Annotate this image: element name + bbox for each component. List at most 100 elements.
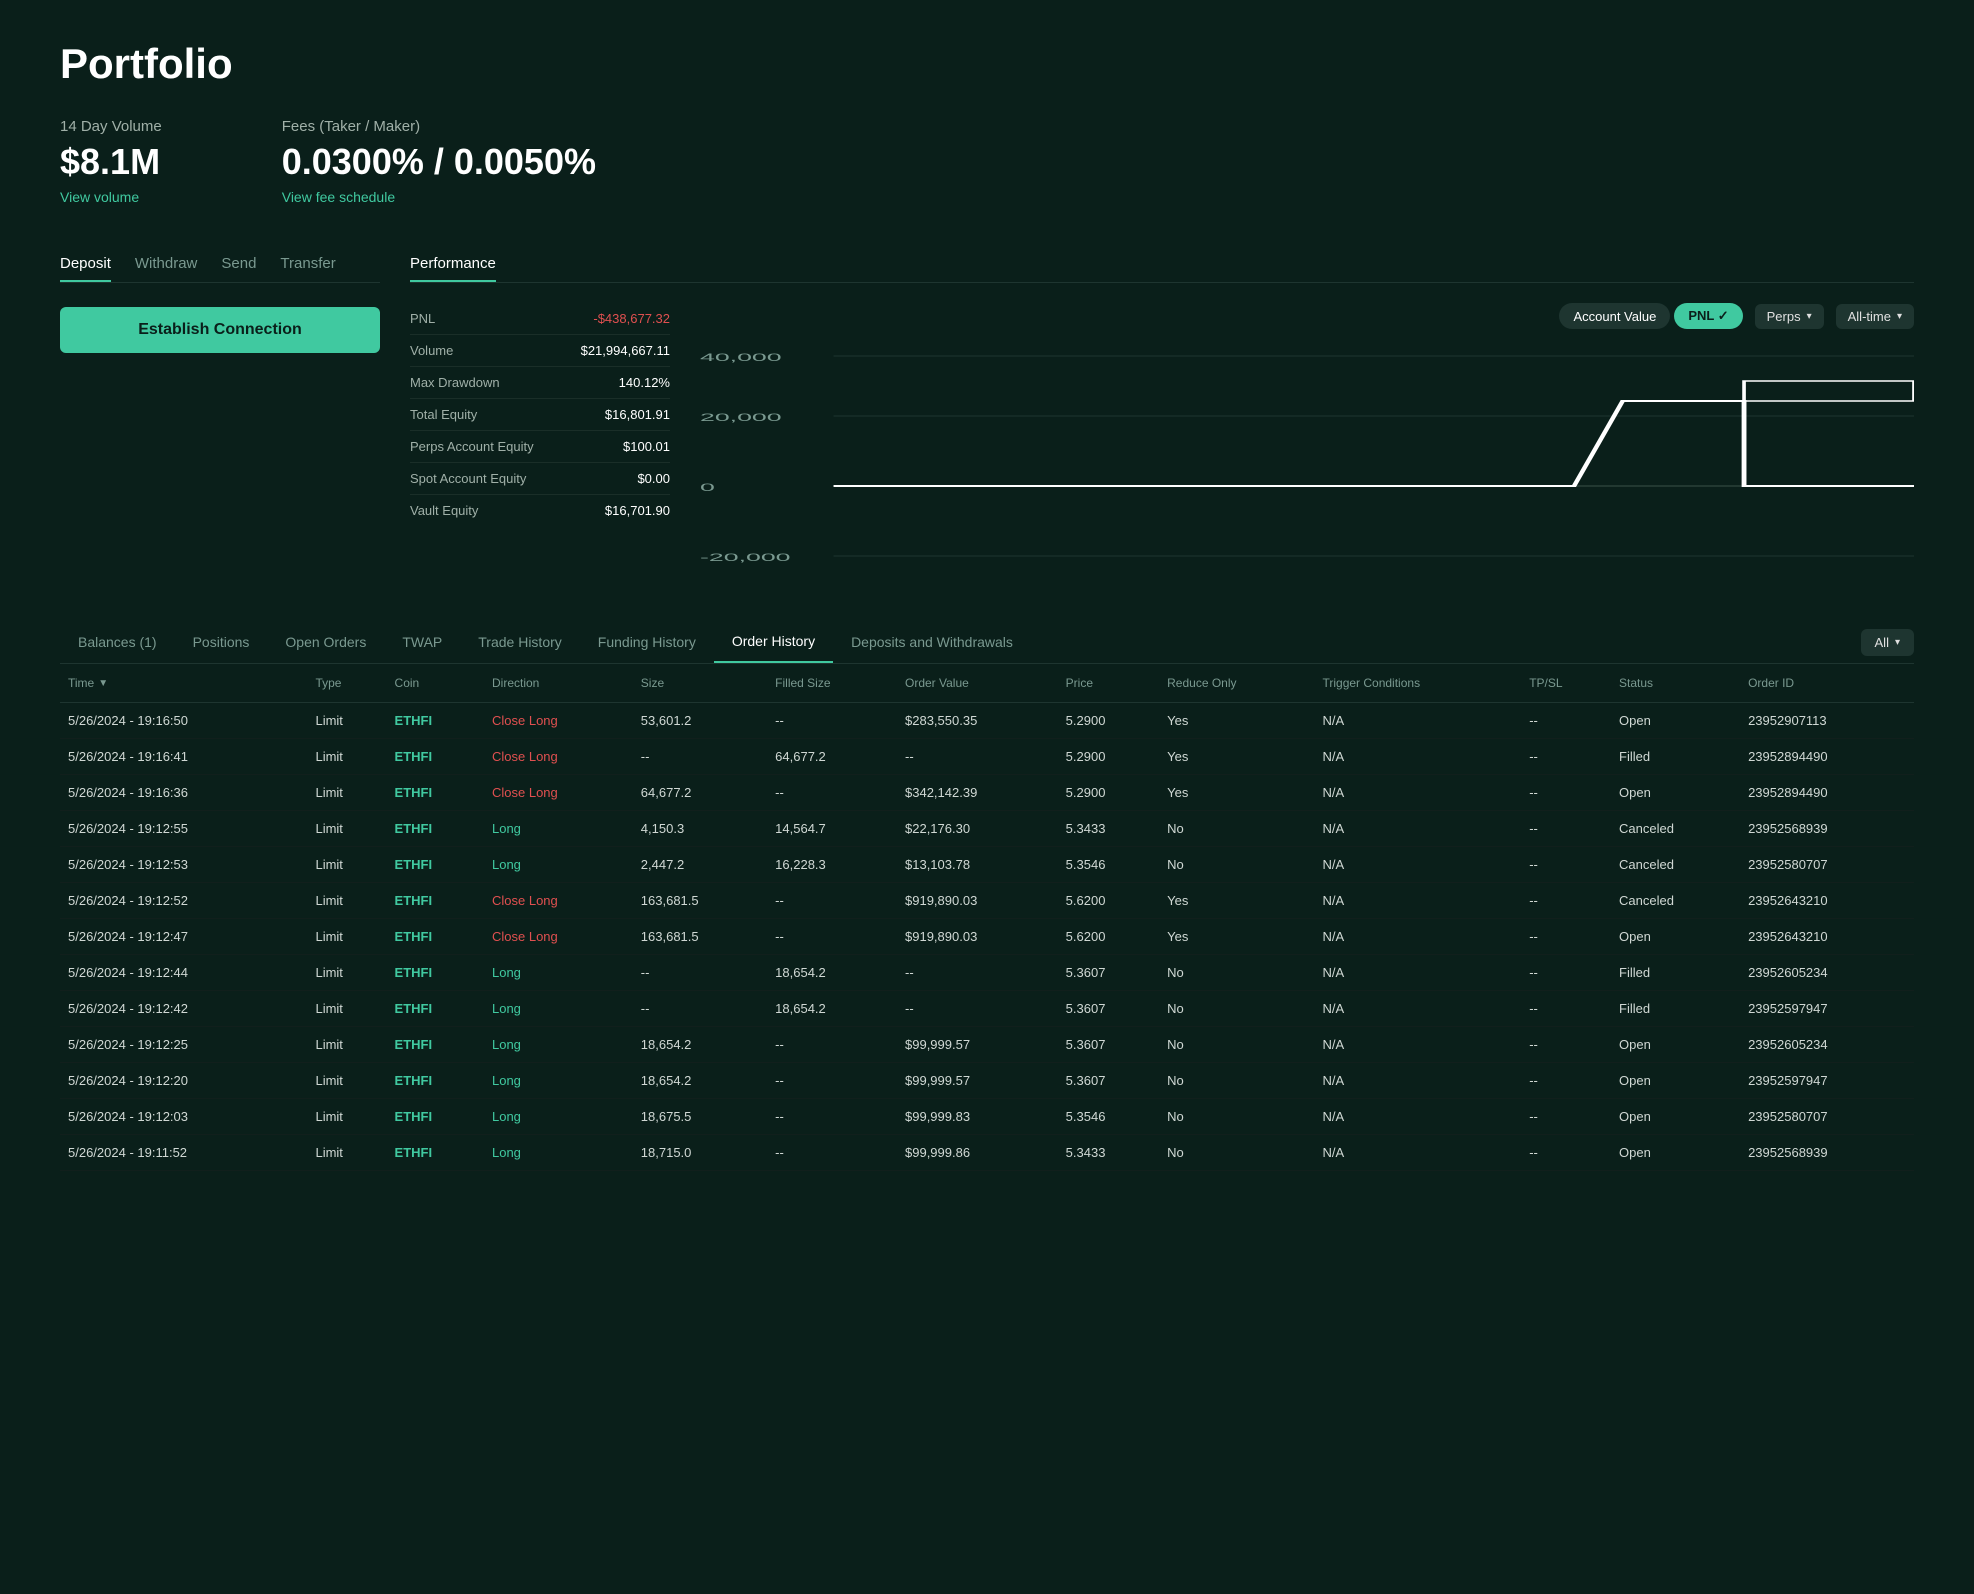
cell-time: 5/26/2024 - 19:12:47: [60, 919, 307, 955]
col-time: Time ▼: [60, 664, 307, 703]
cell-order-value: $99,999.57: [897, 1063, 1058, 1099]
cell-size: --: [633, 991, 767, 1027]
cell-order-value: $283,550.35: [897, 703, 1058, 739]
cell-filled-size: --: [767, 883, 897, 919]
fees-label: Fees (Taker / Maker): [282, 118, 596, 135]
right-panel: Performance PNL -$438,677.32 Volume $21,…: [410, 255, 1914, 581]
cell-order-value: --: [897, 739, 1058, 775]
cell-order-value: $99,999.83: [897, 1099, 1058, 1135]
alltime-dropdown[interactable]: All-time: [1836, 304, 1914, 329]
cell-reduce-only: Yes: [1159, 775, 1314, 811]
tab-open-orders[interactable]: Open Orders: [267, 622, 384, 662]
table-row: 5/26/2024 - 19:16:36 Limit ETHFI Close L…: [60, 775, 1914, 811]
chart-y-label-20k: 20,000: [700, 412, 782, 424]
col-direction: Direction: [484, 664, 633, 703]
cell-time: 5/26/2024 - 19:12:55: [60, 811, 307, 847]
toggle-pnl[interactable]: PNL ✓: [1674, 303, 1742, 329]
tab-withdraw[interactable]: Withdraw: [135, 255, 198, 282]
cell-direction: Close Long: [484, 739, 633, 775]
table-row: 5/26/2024 - 19:12:20 Limit ETHFI Long 18…: [60, 1063, 1914, 1099]
view-fees-link[interactable]: View fee schedule: [282, 189, 395, 205]
cell-trigger: N/A: [1314, 955, 1521, 991]
performance-stats: PNL -$438,677.32 Volume $21,994,667.11 M…: [410, 303, 670, 581]
tab-trade-history[interactable]: Trade History: [460, 622, 580, 662]
cell-type: Limit: [307, 991, 386, 1027]
cell-reduce-only: Yes: [1159, 919, 1314, 955]
cell-time: 5/26/2024 - 19:16:50: [60, 703, 307, 739]
cell-size: 4,150.3: [633, 811, 767, 847]
cell-type: Limit: [307, 919, 386, 955]
cell-type: Limit: [307, 1099, 386, 1135]
cell-type: Limit: [307, 703, 386, 739]
cell-reduce-only: No: [1159, 991, 1314, 1027]
cell-direction: Long: [484, 847, 633, 883]
stat-vaultequity-key: Vault Equity: [410, 503, 478, 518]
cell-tpsl: --: [1521, 1099, 1611, 1135]
cell-type: Limit: [307, 955, 386, 991]
cell-order-id: 23952568939: [1740, 1135, 1914, 1171]
filter-dropdown[interactable]: All: [1861, 629, 1914, 656]
chart-svg: 40,000 20,000 0 -20,000: [700, 341, 1914, 581]
establish-connection-button[interactable]: Establish Connection: [60, 307, 380, 353]
cell-coin: ETHFI: [387, 1099, 484, 1135]
col-order-value: Order Value: [897, 664, 1058, 703]
tab-balances[interactable]: Balances (1): [60, 622, 175, 662]
tab-transfer[interactable]: Transfer: [280, 255, 335, 282]
cell-size: 18,654.2: [633, 1027, 767, 1063]
tab-performance[interactable]: Performance: [410, 255, 496, 282]
col-trigger: Trigger Conditions: [1314, 664, 1521, 703]
cell-order-value: $22,176.30: [897, 811, 1058, 847]
chart-visualization: 40,000 20,000 0 -20,000: [700, 341, 1914, 581]
stat-volume: Volume $21,994,667.11: [410, 335, 670, 367]
sort-icon: ▼: [98, 678, 108, 689]
stat-volume-val: $21,994,667.11: [581, 343, 670, 358]
cell-price: 5.2900: [1058, 775, 1159, 811]
cell-size: 18,715.0: [633, 1135, 767, 1171]
col-status: Status: [1611, 664, 1740, 703]
chart-y-label-40k: 40,000: [700, 352, 782, 364]
tab-send[interactable]: Send: [221, 255, 256, 282]
tab-funding-history[interactable]: Funding History: [580, 622, 714, 662]
cell-coin: ETHFI: [387, 703, 484, 739]
cell-trigger: N/A: [1314, 1135, 1521, 1171]
cell-tpsl: --: [1521, 703, 1611, 739]
cell-time: 5/26/2024 - 19:12:42: [60, 991, 307, 1027]
page-title: Portfolio: [60, 40, 1914, 88]
cell-size: 2,447.2: [633, 847, 767, 883]
cell-filled-size: --: [767, 1099, 897, 1135]
view-volume-link[interactable]: View volume: [60, 189, 139, 205]
table-row: 5/26/2024 - 19:12:44 Limit ETHFI Long --…: [60, 955, 1914, 991]
cell-direction: Long: [484, 1099, 633, 1135]
tab-twap[interactable]: TWAP: [384, 622, 460, 662]
stat-spotaccountequity-val: $0.00: [637, 471, 670, 486]
page-container: Portfolio 14 Day Volume $8.1M View volum…: [0, 0, 1974, 1211]
cell-direction: Long: [484, 811, 633, 847]
cell-tpsl: --: [1521, 991, 1611, 1027]
col-reduce-only: Reduce Only: [1159, 664, 1314, 703]
col-filled-size: Filled Size: [767, 664, 897, 703]
tab-deposits-withdrawals[interactable]: Deposits and Withdrawals: [833, 622, 1031, 662]
cell-trigger: N/A: [1314, 1099, 1521, 1135]
cell-reduce-only: No: [1159, 811, 1314, 847]
cell-order-value: $342,142.39: [897, 775, 1058, 811]
cell-order-value: $99,999.57: [897, 1027, 1058, 1063]
toggle-account-value[interactable]: Account Value: [1559, 303, 1670, 329]
stat-spotaccountequity: Spot Account Equity $0.00: [410, 463, 670, 495]
cell-filled-size: --: [767, 1027, 897, 1063]
chart-highlight-rect: [1744, 381, 1914, 401]
cell-order-value: $919,890.03: [897, 919, 1058, 955]
tab-positions[interactable]: Positions: [175, 622, 268, 662]
cell-reduce-only: Yes: [1159, 739, 1314, 775]
cell-order-id: 23952580707: [1740, 1099, 1914, 1135]
tab-deposit[interactable]: Deposit: [60, 255, 111, 282]
table-row: 5/26/2024 - 19:12:47 Limit ETHFI Close L…: [60, 919, 1914, 955]
cell-status: Canceled: [1611, 847, 1740, 883]
perps-dropdown[interactable]: Perps: [1755, 304, 1824, 329]
cell-size: --: [633, 739, 767, 775]
cell-type: Limit: [307, 775, 386, 811]
bottom-section: Balances (1) Positions Open Orders TWAP …: [60, 621, 1914, 1171]
cell-time: 5/26/2024 - 19:12:52: [60, 883, 307, 919]
cell-direction: Close Long: [484, 919, 633, 955]
cell-reduce-only: No: [1159, 1135, 1314, 1171]
tab-order-history[interactable]: Order History: [714, 621, 833, 663]
